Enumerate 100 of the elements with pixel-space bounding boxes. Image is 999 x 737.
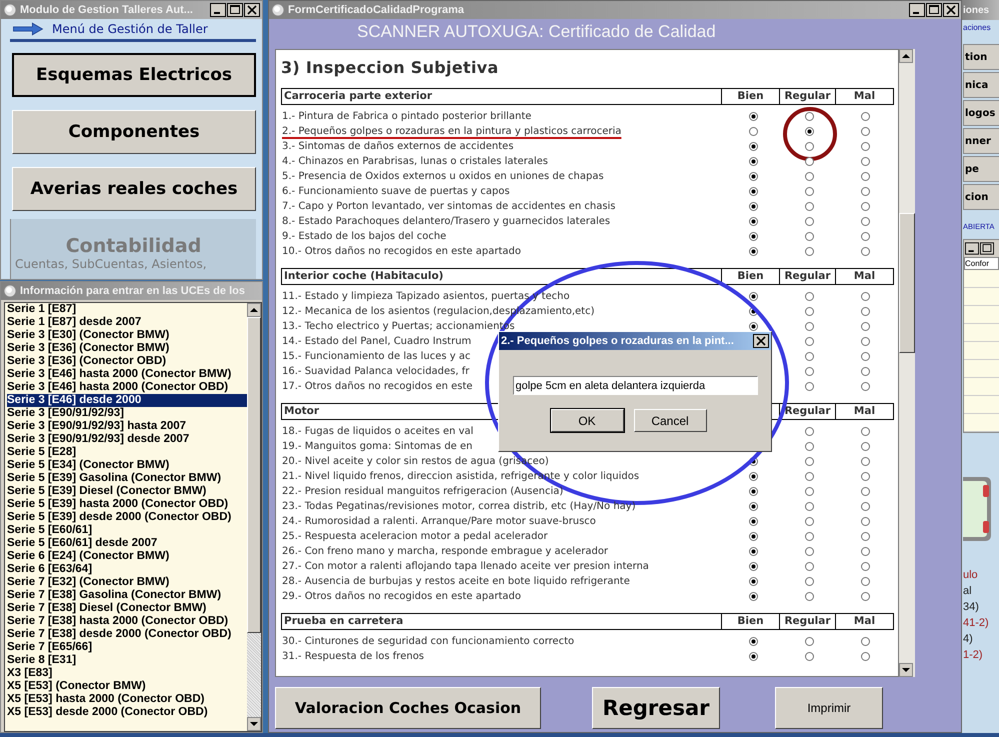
model-item[interactable]: Serie 7 [E38] Diesel (Conector BMW) [7, 602, 247, 615]
radio-button[interactable] [861, 322, 870, 331]
model-item[interactable]: X3 [E83] [7, 667, 247, 680]
radio-button[interactable] [805, 577, 814, 586]
radio-button[interactable] [805, 217, 814, 226]
radio-button[interactable] [861, 502, 870, 511]
radio-button[interactable] [861, 232, 870, 241]
radio-button[interactable] [749, 157, 758, 166]
radio-button[interactable] [805, 547, 814, 556]
radio-button[interactable] [861, 127, 870, 136]
radio-button[interactable] [861, 292, 870, 301]
radio-button[interactable] [749, 142, 758, 151]
radio-button[interactable] [749, 322, 758, 331]
model-item[interactable]: Serie 5 [E28] [7, 446, 247, 459]
scroll-down-icon[interactable] [247, 717, 261, 731]
radio-button[interactable] [805, 517, 814, 526]
radio-button[interactable] [805, 187, 814, 196]
radio-button[interactable] [861, 652, 870, 661]
radio-button[interactable] [861, 247, 870, 256]
radio-button[interactable] [861, 382, 870, 391]
menu-button[interactable]: nica [963, 72, 999, 98]
radio-button[interactable] [749, 517, 758, 526]
menu-button[interactable]: pe [963, 156, 999, 182]
radio-button[interactable] [749, 502, 758, 511]
radio-button[interactable] [749, 592, 758, 601]
radio-button[interactable] [749, 232, 758, 241]
model-item[interactable]: Serie 3 [E36] (Conector BMW) [7, 342, 247, 355]
radio-button[interactable] [749, 532, 758, 541]
scroll-down-icon[interactable] [899, 663, 913, 677]
radio-button[interactable] [861, 157, 870, 166]
radio-button[interactable] [805, 487, 814, 496]
radio-button[interactable] [805, 502, 814, 511]
radio-button[interactable] [805, 442, 814, 451]
radio-button[interactable] [861, 427, 870, 436]
radio-button[interactable] [861, 337, 870, 346]
radio-button[interactable] [805, 457, 814, 466]
scroll-up-icon[interactable] [899, 49, 913, 63]
radio-button[interactable] [861, 487, 870, 496]
model-item[interactable]: Serie 3 [E36] (Conector OBD) [7, 355, 247, 368]
menu-button[interactable]: nner [963, 128, 999, 154]
radio-button[interactable] [861, 472, 870, 481]
radio-button[interactable] [861, 307, 870, 316]
radio-button[interactable] [749, 112, 758, 121]
radio-button[interactable] [805, 637, 814, 646]
radio-button[interactable] [805, 142, 814, 151]
model-item[interactable]: Serie 5 [E34] (Conector BMW) [7, 459, 247, 472]
radio-button[interactable] [805, 337, 814, 346]
radio-button[interactable] [805, 652, 814, 661]
menu-button[interactable]: logos [963, 100, 999, 126]
radio-button[interactable] [805, 232, 814, 241]
radio-button[interactable] [861, 532, 870, 541]
radio-button[interactable] [861, 577, 870, 586]
model-item[interactable]: Serie 3 [E30] (Conector BMW) [7, 329, 247, 342]
input-field[interactable]: golpe 5cm en aleta delantera izquierda [512, 376, 758, 395]
radio-button[interactable] [805, 292, 814, 301]
radio-button[interactable] [749, 562, 758, 571]
radio-button[interactable] [805, 352, 814, 361]
scroll-thumb[interactable] [899, 213, 915, 353]
radio-button[interactable] [861, 142, 870, 151]
dialog-button[interactable]: OK [550, 409, 624, 432]
model-item[interactable]: X5 [E53] desde 2000 (Conector OBD) [7, 706, 247, 719]
menu-button[interactable]: tion [963, 44, 999, 70]
model-item[interactable]: Serie 3 [E90/91/92/93] desde 2007 [7, 433, 247, 446]
radio-button[interactable] [805, 592, 814, 601]
dialog-button[interactable]: Cancel [634, 409, 706, 432]
radio-button[interactable] [749, 217, 758, 226]
scroll-thumb[interactable] [247, 317, 261, 633]
model-item[interactable]: Serie 6 [E63/64] [7, 563, 247, 576]
radio-button[interactable] [749, 487, 758, 496]
radio-button[interactable] [861, 517, 870, 526]
menu-button[interactable]: Esquemas Electricos [12, 53, 256, 97]
model-item[interactable]: Serie 3 [E46] desde 2000 [7, 394, 247, 407]
model-item[interactable]: X5 [E53] hasta 2000 (Conector OBD) [7, 693, 247, 706]
model-item[interactable]: Serie 3 [E46] hasta 2000 (Conector BMW) [7, 368, 247, 381]
model-item[interactable]: Serie 5 [E39] Diesel (Conector BMW) [7, 485, 247, 498]
model-item[interactable]: Serie 5 [E39] hasta 2000 (Conector OBD) [7, 498, 247, 511]
scrollbar[interactable] [247, 303, 261, 731]
model-item[interactable]: Serie 7 [E38] hasta 2000 (Conector OBD) [7, 615, 247, 628]
radio-button[interactable] [805, 202, 814, 211]
model-item[interactable]: Serie 6 [E24] (Conector BMW) [7, 550, 247, 563]
model-item[interactable]: Serie 3 [E90/91/92/93] hasta 2007 [7, 420, 247, 433]
radio-button[interactable] [805, 127, 814, 136]
model-item[interactable]: Serie 5 [E39] desde 2000 (Conector OBD) [7, 511, 247, 524]
scrollbar[interactable] [899, 49, 915, 677]
radio-button[interactable] [861, 457, 870, 466]
radio-button[interactable] [749, 652, 758, 661]
model-item[interactable]: Serie 1 [E87] desde 2007 [7, 316, 247, 329]
radio-button[interactable] [805, 322, 814, 331]
radio-button[interactable] [805, 247, 814, 256]
scroll-up-icon[interactable] [247, 303, 261, 317]
radio-button[interactable] [749, 187, 758, 196]
maximize-icon[interactable] [980, 242, 994, 255]
radio-button[interactable] [749, 247, 758, 256]
radio-button[interactable] [861, 202, 870, 211]
radio-button[interactable] [805, 427, 814, 436]
radio-button[interactable] [861, 637, 870, 646]
model-item[interactable]: Serie 8 [E31] [7, 654, 247, 667]
radio-button[interactable] [805, 367, 814, 376]
model-item[interactable]: Serie 5 [E60/61] desde 2007 [7, 537, 247, 550]
action-button[interactable]: Valoracion Coches Ocasion [275, 687, 541, 729]
